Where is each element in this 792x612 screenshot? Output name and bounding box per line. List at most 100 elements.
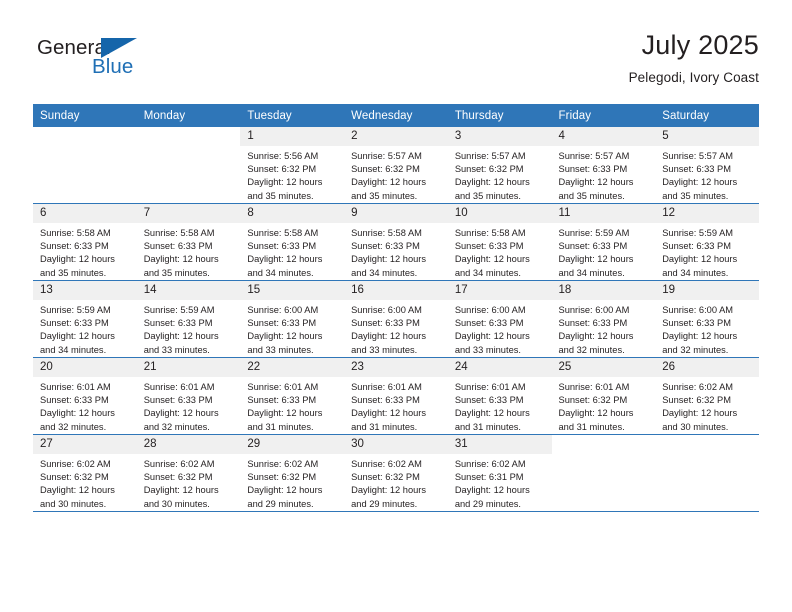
sunset-time: Sunset: 6:33 PM: [143, 318, 213, 329]
sunset-time: Sunset: 6:33 PM: [558, 318, 628, 329]
day-number: 12: [655, 204, 759, 223]
calendar-day-cell[interactable]: 3 Sunrise: 5:57 AM Sunset: 6:32 PM Daylight…: [447, 127, 552, 204]
calendar-day-cell[interactable]: 11 Sunrise: 5:59 AM Sunset: 6:33 PM Dayligh…: [551, 203, 656, 281]
sunset-time: Sunset: 6:33 PM: [351, 318, 420, 329]
sunrise-time: Sunrise: 5:57 AM: [351, 151, 422, 161]
daylight-duration-line2: and 33 minutes.: [247, 344, 314, 355]
calendar-day-cell[interactable]: 24 Sunrise: 6:01 AM Sunset: 6:33 PM Dayligh…: [447, 357, 552, 435]
day-details: Sunrise: 6:02 AM Sunset: 6:31 PM Daylight:…: [448, 454, 552, 511]
day-number: 21: [136, 358, 241, 377]
calendar-day-cell[interactable]: 4 Sunrise: 5:57 AM Sunset: 6:33 PM Daylight…: [551, 127, 656, 204]
day-number: 3: [447, 127, 552, 146]
day-details: Sunrise: 6:00 AM Sunset: 6:33 PM Daylight:…: [655, 300, 759, 357]
daylight-duration-line2: and 31 minutes.: [247, 421, 314, 432]
calendar-day-cell[interactable]: 20 Sunrise: 6:01 AM Sunset: 6:33 PM Dayligh…: [33, 357, 137, 435]
sunrise-time: Sunrise: 5:58 AM: [247, 228, 319, 238]
daylight-duration-line1: Daylight: 12 hours: [40, 485, 115, 496]
sunrise-time: Sunrise: 5:58 AM: [143, 228, 215, 238]
daylight-duration-line2: and 30 minutes.: [143, 498, 210, 509]
calendar-day-cell[interactable]: 15 Sunrise: 6:00 AM Sunset: 6:33 PM Dayligh…: [240, 280, 345, 358]
calendar-day-cell[interactable]: 30 Sunrise: 6:02 AM Sunset: 6:32 PM Dayligh…: [344, 434, 448, 512]
calendar-header: Sunday Monday Tuesday Wednesday Thursday…: [33, 104, 759, 127]
page-title: July 2025: [641, 30, 759, 60]
daylight-duration-line1: Daylight: 12 hours: [247, 254, 323, 265]
daylight-duration-line1: Daylight: 12 hours: [351, 331, 427, 342]
daylight-duration-line1: Daylight: 12 hours: [558, 254, 634, 265]
day-number: 30: [344, 435, 448, 454]
daylight-duration-line1: Daylight: 12 hours: [247, 408, 323, 419]
calendar-day-cell[interactable]: 16 Sunrise: 6:00 AM Sunset: 6:33 PM Dayligh…: [344, 280, 448, 358]
calendar-day-cell-empty: [136, 127, 241, 204]
sunrise-time: Sunrise: 6:01 AM: [351, 382, 422, 392]
day-details: Sunrise: 5:57 AM Sunset: 6:33 PM Daylight:…: [655, 146, 759, 203]
calendar-day-cell[interactable]: 26 Sunrise: 6:02 AM Sunset: 6:32 PM Dayligh…: [655, 357, 759, 435]
calendar-day-cell[interactable]: 27 Sunrise: 6:02 AM Sunset: 6:32 PM Dayligh…: [33, 434, 137, 512]
day-number: 7: [136, 204, 241, 223]
calendar-day-cell[interactable]: 6 Sunrise: 5:58 AM Sunset: 6:33 PM Daylight…: [33, 203, 137, 281]
calendar-day-cell[interactable]: 28 Sunrise: 6:02 AM Sunset: 6:32 PM Dayligh…: [136, 434, 241, 512]
sunrise-time: Sunrise: 5:59 AM: [662, 228, 734, 238]
sunset-time: Sunset: 6:33 PM: [351, 395, 420, 406]
day-details: Sunrise: 6:01 AM Sunset: 6:32 PM Daylight:…: [552, 377, 656, 434]
calendar-day-cell[interactable]: 13 Sunrise: 5:59 AM Sunset: 6:33 PM Dayligh…: [33, 280, 137, 358]
day-details: Sunrise: 5:59 AM Sunset: 6:33 PM Daylight:…: [552, 223, 656, 280]
daylight-duration-line2: and 32 minutes.: [662, 344, 729, 355]
calendar-day-cell[interactable]: 10 Sunrise: 5:58 AM Sunset: 6:33 PM Dayligh…: [447, 203, 552, 281]
calendar-day-cell[interactable]: 25 Sunrise: 6:01 AM Sunset: 6:32 PM Dayligh…: [551, 357, 656, 435]
day-number: 13: [33, 281, 137, 300]
calendar-day-cell[interactable]: 9 Sunrise: 5:58 AM Sunset: 6:33 PM Daylight…: [344, 203, 448, 281]
daylight-duration-line1: Daylight: 12 hours: [351, 485, 427, 496]
daylight-duration-line2: and 35 minutes.: [247, 190, 314, 201]
day-details: Sunrise: 6:01 AM Sunset: 6:33 PM Daylight:…: [344, 377, 448, 434]
calendar-day-cell[interactable]: 29 Sunrise: 6:02 AM Sunset: 6:32 PM Dayligh…: [240, 434, 345, 512]
weekday-header-thursday: Thursday: [447, 104, 552, 127]
sunset-time: Sunset: 6:32 PM: [351, 164, 420, 175]
calendar-day-cell[interactable]: 22 Sunrise: 6:01 AM Sunset: 6:33 PM Dayligh…: [240, 357, 345, 435]
calendar-day-cell[interactable]: 8 Sunrise: 5:58 AM Sunset: 6:33 PM Daylight…: [240, 203, 345, 281]
calendar-week-row: 13 Sunrise: 5:59 AM Sunset: 6:33 PM Dayligh…: [33, 280, 759, 358]
calendar-body: 1 Sunrise: 5:56 AM Sunset: 6:32 PM Daylight…: [33, 127, 759, 512]
calendar-day-cell[interactable]: 17 Sunrise: 6:00 AM Sunset: 6:33 PM Dayligh…: [447, 280, 552, 358]
day-number: 5: [655, 127, 759, 146]
daylight-duration-line2: and 30 minutes.: [662, 421, 729, 432]
daylight-duration-line2: and 29 minutes.: [351, 498, 418, 509]
daylight-duration-line1: Daylight: 12 hours: [454, 177, 530, 188]
calendar-day-cell[interactable]: 31 Sunrise: 6:02 AM Sunset: 6:31 PM Dayligh…: [447, 434, 552, 512]
daylight-duration-line1: Daylight: 12 hours: [454, 331, 530, 342]
weekday-header-friday: Friday: [551, 104, 656, 127]
calendar-day-cell[interactable]: 12 Sunrise: 5:59 AM Sunset: 6:33 PM Dayligh…: [655, 203, 759, 281]
calendar-day-cell[interactable]: 19 Sunrise: 6:00 AM Sunset: 6:33 PM Dayligh…: [655, 280, 759, 358]
daylight-duration-line1: Daylight: 12 hours: [143, 408, 219, 419]
calendar-day-cell[interactable]: 2 Sunrise: 5:57 AM Sunset: 6:32 PM Daylight…: [344, 127, 448, 204]
daylight-duration-line1: Daylight: 12 hours: [40, 254, 115, 265]
day-number: 4: [551, 127, 656, 146]
sunset-time: Sunset: 6:33 PM: [247, 395, 317, 406]
daylight-duration-line1: Daylight: 12 hours: [454, 254, 530, 265]
daylight-duration-line2: and 30 minutes.: [40, 498, 107, 509]
calendar-day-cell-empty: [551, 434, 656, 512]
calendar-day-cell[interactable]: 7 Sunrise: 5:58 AM Sunset: 6:33 PM Daylight…: [136, 203, 241, 281]
daylight-duration-line1: Daylight: 12 hours: [247, 485, 323, 496]
calendar-day-cell[interactable]: 14 Sunrise: 5:59 AM Sunset: 6:33 PM Dayligh…: [136, 280, 241, 358]
calendar-day-cell[interactable]: 18 Sunrise: 6:00 AM Sunset: 6:33 PM Dayligh…: [551, 280, 656, 358]
weekday-header-saturday: Saturday: [655, 104, 759, 127]
daylight-duration-line1: Daylight: 12 hours: [247, 331, 323, 342]
sunset-time: Sunset: 6:33 PM: [143, 395, 213, 406]
sunset-time: Sunset: 6:31 PM: [454, 472, 524, 483]
daylight-duration-line1: Daylight: 12 hours: [351, 408, 427, 419]
day-details: Sunrise: 6:00 AM Sunset: 6:33 PM Daylight:…: [240, 300, 344, 357]
daylight-duration-line1: Daylight: 12 hours: [662, 408, 738, 419]
weekday-header-sunday: Sunday: [33, 104, 137, 127]
general-blue-logo[interactable]: General Blue: [33, 28, 153, 84]
day-details: Sunrise: 5:57 AM Sunset: 6:33 PM Daylight:…: [552, 146, 656, 203]
daylight-duration-line2: and 33 minutes.: [143, 344, 210, 355]
calendar-day-cell[interactable]: 1 Sunrise: 5:56 AM Sunset: 6:32 PM Daylight…: [240, 127, 345, 204]
day-number: 25: [551, 358, 656, 377]
day-number: 28: [136, 435, 241, 454]
sunrise-sunset-calendar: Sunday Monday Tuesday Wednesday Thursday…: [33, 104, 759, 512]
calendar-day-cell[interactable]: 5 Sunrise: 5:57 AM Sunset: 6:33 PM Daylight…: [655, 127, 759, 204]
day-details: Sunrise: 5:56 AM Sunset: 6:32 PM Daylight:…: [240, 146, 344, 203]
calendar-day-cell[interactable]: 21 Sunrise: 6:01 AM Sunset: 6:33 PM Dayligh…: [136, 357, 241, 435]
calendar-day-cell[interactable]: 23 Sunrise: 6:01 AM Sunset: 6:33 PM Dayligh…: [344, 357, 448, 435]
daylight-duration-line2: and 31 minutes.: [558, 421, 625, 432]
